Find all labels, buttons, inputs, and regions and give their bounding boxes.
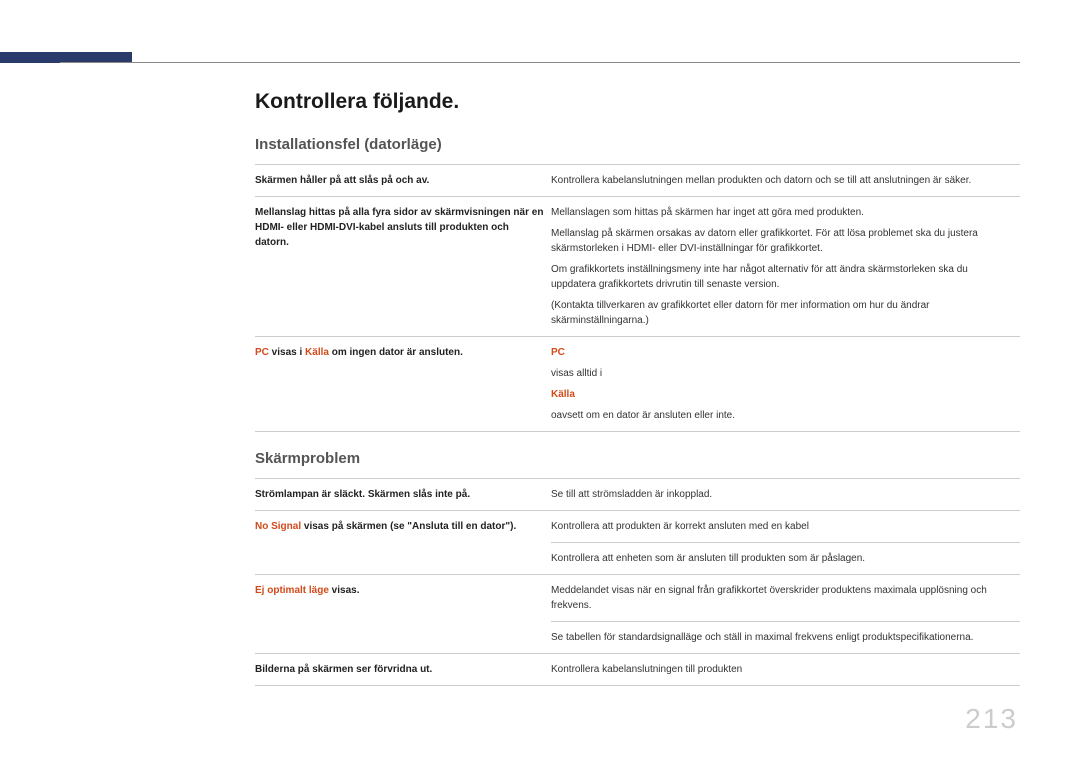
table-row: Bilderna på skärmen ser förvridna ut.Kon…	[255, 654, 1020, 686]
troubleshooting-table: Skärmen håller på att slås på och av.Kon…	[255, 164, 1020, 432]
solution-cell: Mellanslagen som hittas på skärmen har i…	[551, 197, 1020, 337]
problem-cell: Skärmen håller på att slås på och av.	[255, 165, 551, 197]
troubleshooting-table: Strömlampan är släckt. Skärmen slås inte…	[255, 478, 1020, 686]
header-divider-line	[60, 62, 1020, 63]
problem-cell: Ej optimalt läge visas.	[255, 575, 551, 654]
table-row: Strömlampan är släckt. Skärmen slås inte…	[255, 479, 1020, 511]
section-title: Installationsfel (datorläge)	[255, 136, 1020, 153]
problem-cell: Strömlampan är släckt. Skärmen slås inte…	[255, 479, 551, 511]
page-number: 213	[965, 703, 1018, 735]
solution-cell: Kontrollera att enheten som är ansluten …	[551, 543, 1020, 575]
solution-cell: Kontrollera kabelanslutningen mellan pro…	[551, 165, 1020, 197]
solution-cell: Kontrollera att produkten är korrekt ans…	[551, 511, 1020, 543]
problem-cell: PC visas i Källa om ingen dator är anslu…	[255, 337, 551, 432]
problem-cell: No Signal visas på skärmen (se "Ansluta …	[255, 511, 551, 575]
section-title: Skärmproblem	[255, 450, 1020, 467]
solution-cell: Meddelandet visas när en signal från gra…	[551, 575, 1020, 622]
table-row: Skärmen håller på att slås på och av.Kon…	[255, 165, 1020, 197]
solution-cell: Kontrollera kabelanslutningen till produ…	[551, 654, 1020, 686]
problem-cell: Bilderna på skärmen ser förvridna ut.	[255, 654, 551, 686]
table-row: PC visas i Källa om ingen dator är anslu…	[255, 337, 1020, 432]
solution-cell: Se till att strömsladden är inkopplad.	[551, 479, 1020, 511]
page-content: Kontrollera följande. Installationsfel (…	[60, 90, 1020, 686]
page-title: Kontrollera följande.	[255, 90, 1020, 114]
table-row: Ej optimalt läge visas.Meddelandet visas…	[255, 575, 1020, 622]
table-row: Mellanslag hittas på alla fyra sidor av …	[255, 197, 1020, 337]
problem-cell: Mellanslag hittas på alla fyra sidor av …	[255, 197, 551, 337]
solution-cell: Se tabellen för standardsignalläge och s…	[551, 622, 1020, 654]
solution-cell: PC visas alltid i Källa oavsett om en da…	[551, 337, 1020, 432]
table-row: No Signal visas på skärmen (se "Ansluta …	[255, 511, 1020, 543]
